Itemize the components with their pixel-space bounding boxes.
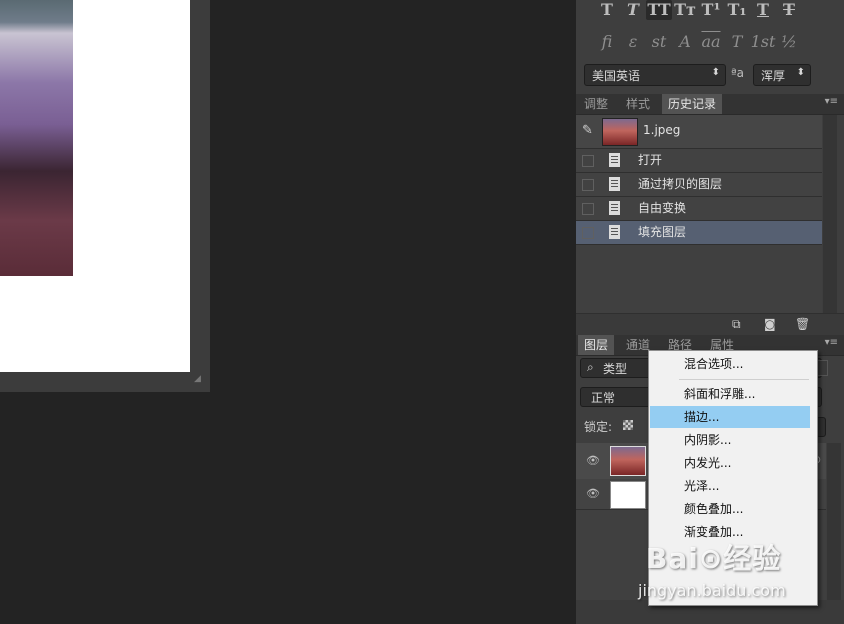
discretionary-ligatures-button[interactable]: ɛ: [620, 32, 646, 52]
fractions-button[interactable]: ½: [776, 32, 802, 52]
faux-bold-button[interactable]: T: [594, 0, 620, 20]
history-empty-area: [576, 245, 822, 313]
lock-transparency-icon[interactable]: [623, 420, 633, 430]
tab-layers[interactable]: 图层: [578, 335, 615, 355]
history-item-label: 自由变换: [638, 201, 687, 215]
language-value: 美国英语: [592, 69, 641, 83]
ornaments-button[interactable]: T: [724, 32, 750, 52]
history-footer: ⧉ ◙ 🗑: [576, 313, 844, 336]
menu-separator: [679, 379, 809, 380]
history-tabbar: 调整 样式 历史记录 ▾≡: [576, 94, 844, 115]
trash-icon[interactable]: 🗑: [795, 317, 810, 331]
panel-menu-icon[interactable]: ▾≡: [825, 337, 838, 348]
language-select[interactable]: 美国英语 ⬍: [584, 64, 726, 86]
history-item-selected[interactable]: 填充图层: [576, 221, 822, 245]
menu-item-color-overlay[interactable]: 颜色叠加...: [650, 498, 810, 520]
strikethrough-button[interactable]: T: [776, 0, 802, 20]
watermark-logo: Bai⊙经验: [646, 542, 782, 575]
history-item[interactable]: 自由变换: [576, 197, 822, 221]
history-item[interactable]: 通过拷贝的图层: [576, 173, 822, 197]
eye-icon[interactable]: 👁: [586, 454, 600, 467]
snapshot-thumbnail: [602, 118, 638, 146]
history-item-label: 打开: [638, 153, 663, 167]
history-source-checkbox[interactable]: [582, 227, 594, 239]
watermark: Bai⊙经验 jingyan.baidu.com: [632, 535, 838, 615]
resize-grip-icon[interactable]: ◢: [194, 374, 206, 386]
ligatures-button[interactable]: fi: [594, 32, 620, 52]
tab-adjustments[interactable]: 调整: [578, 94, 614, 114]
titling-alternates-button[interactable]: aa: [698, 32, 724, 52]
blend-mode-value: 正常: [591, 391, 616, 405]
small-caps-button[interactable]: Tт: [672, 0, 698, 20]
stylistic-alternates-button[interactable]: st: [646, 32, 672, 52]
tab-history[interactable]: 历史记录: [662, 94, 723, 114]
subscript-button[interactable]: T₁: [724, 0, 750, 20]
menu-item-blending-options[interactable]: 混合选项...: [650, 353, 810, 375]
opentype-row: fi ɛ st A aa T 1st ½: [594, 32, 824, 54]
all-caps-button[interactable]: TT: [646, 0, 672, 20]
history-brush-icon: ✎: [582, 123, 593, 138]
camera-icon[interactable]: ◙: [764, 317, 776, 331]
filter-kind-value: 类型: [603, 362, 628, 376]
chevron-updown-icon: ⬍: [711, 67, 720, 78]
ordinals-button[interactable]: 1st: [750, 32, 776, 52]
antialias-select[interactable]: 浑厚 ⬍: [753, 64, 811, 86]
history-item-label: 通过拷贝的图层: [638, 177, 723, 191]
menu-item-satin[interactable]: 光泽...: [650, 475, 810, 497]
history-item[interactable]: 打开: [576, 149, 822, 173]
history-snapshot[interactable]: ✎ 1.jpeg: [576, 115, 822, 149]
document-icon: [609, 225, 620, 239]
document-icon: [609, 153, 620, 167]
history-source-checkbox[interactable]: [582, 155, 594, 167]
document-window: ◢: [0, 0, 210, 392]
search-icon: ⌕: [587, 360, 594, 374]
history-scrollbar[interactable]: [823, 115, 837, 313]
snapshot-name: 1.jpeg: [643, 123, 681, 137]
faux-italic-button[interactable]: T: [620, 0, 646, 20]
menu-item-stroke[interactable]: 描边...: [650, 406, 810, 428]
watermark-url: jingyan.baidu.com: [638, 581, 786, 600]
underline-button[interactable]: T: [750, 0, 776, 20]
swash-button[interactable]: A: [672, 32, 698, 52]
layer-thumbnail: [610, 446, 646, 476]
type-style-row: T T TT Tт T¹ T₁ T T: [594, 0, 824, 22]
document-icon: [609, 177, 620, 191]
history-item-label: 填充图层: [638, 225, 687, 239]
canvas-photo: [0, 0, 73, 276]
superscript-button[interactable]: T¹: [698, 0, 724, 20]
document-canvas[interactable]: [0, 0, 190, 372]
tab-styles[interactable]: 样式: [620, 94, 656, 114]
antialias-value: 浑厚: [761, 69, 786, 83]
menu-item-inner-shadow[interactable]: 内阴影...: [650, 429, 810, 451]
new-document-icon[interactable]: ⧉: [732, 317, 741, 332]
history-source-checkbox[interactable]: [582, 203, 594, 215]
lock-label: 锁定:: [584, 420, 613, 434]
antialias-icon: ªa: [731, 66, 745, 80]
layer-thumbnail: [610, 481, 646, 509]
panel-menu-icon[interactable]: ▾≡: [825, 96, 838, 107]
eye-icon[interactable]: 👁: [586, 487, 600, 500]
document-icon: [609, 201, 620, 215]
menu-item-inner-glow[interactable]: 内发光...: [650, 452, 810, 474]
menu-item-bevel-emboss[interactable]: 斜面和浮雕...: [650, 383, 810, 405]
history-source-checkbox[interactable]: [582, 179, 594, 191]
chevron-updown-icon: ⬍: [796, 67, 805, 78]
